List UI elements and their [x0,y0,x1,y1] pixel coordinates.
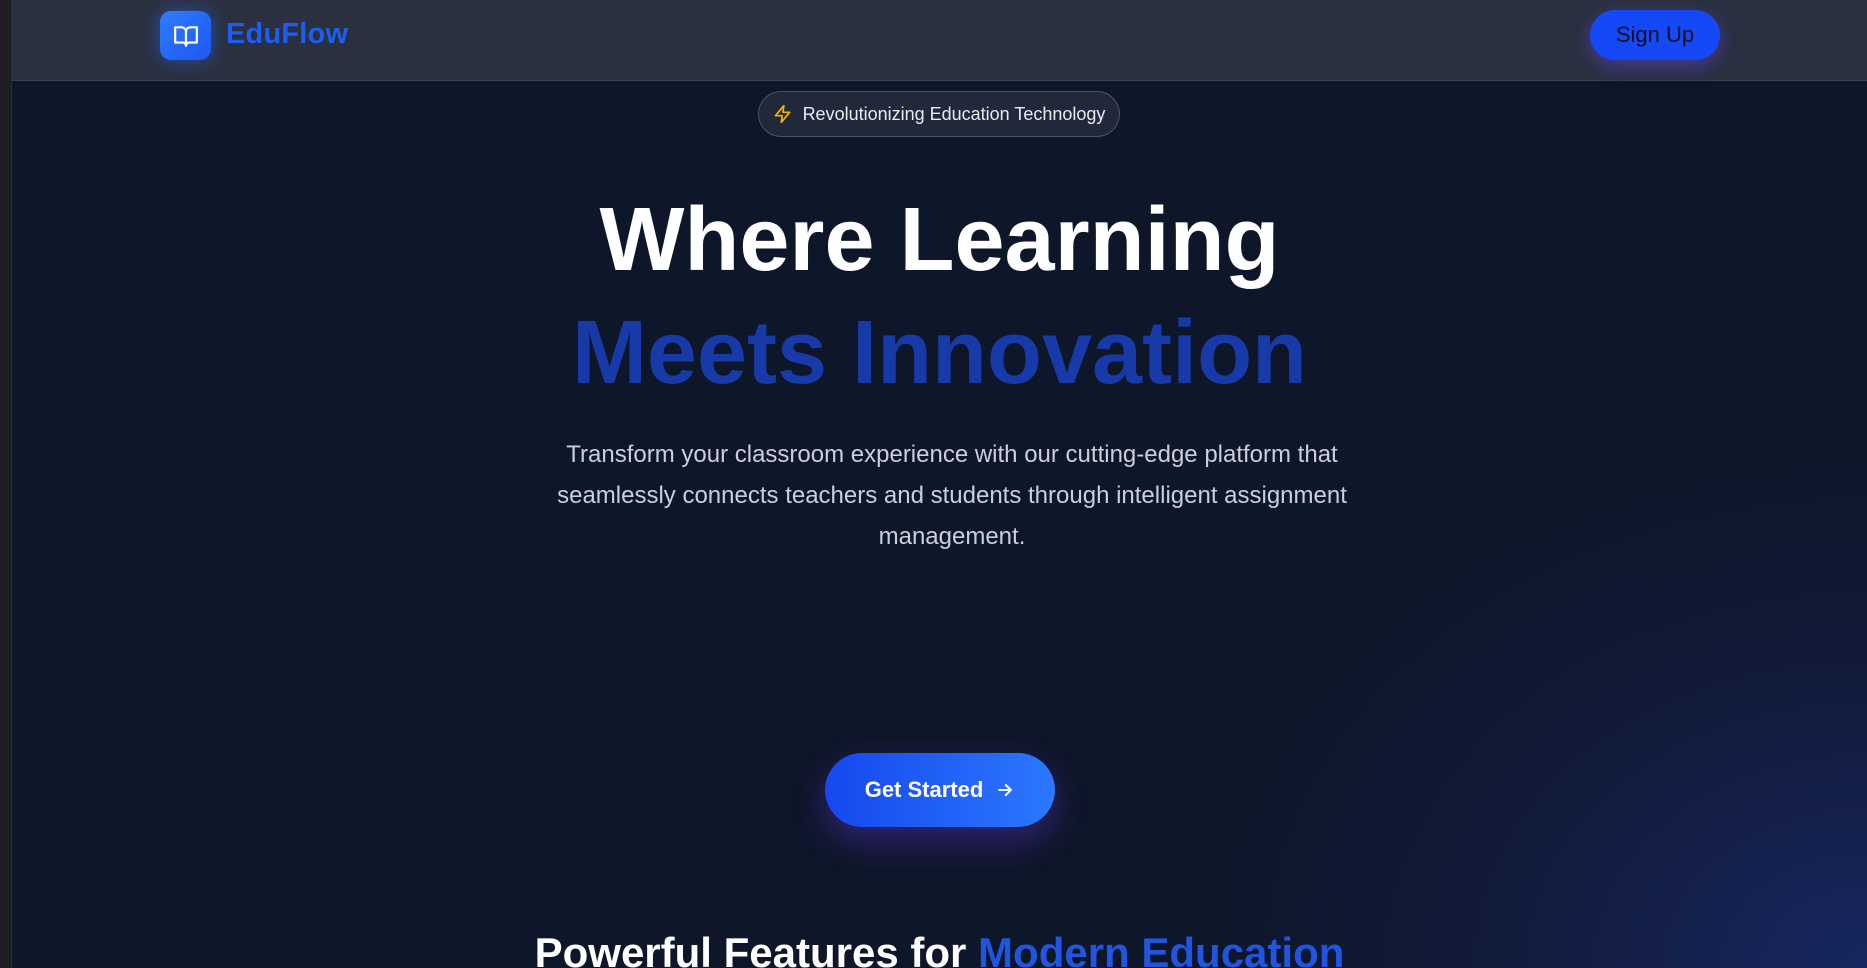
window-edge [0,0,12,968]
get-started-label: Get Started [864,777,984,802]
announcement-badge: Revolutionizing Education Technology [758,91,1120,137]
arrow-right-icon [998,784,1013,796]
badge-text: Revolutionizing Education Technology [802,103,1106,124]
get-started-button[interactable]: Get Started [825,753,1055,827]
features-heading-prefix: Powerful Features for [534,929,967,968]
top-navbar: EduFlow Sign Up [12,0,1867,81]
hero-subtitle: Transform your classroom experience with… [557,441,1347,550]
landing-page: EduFlow Sign Up Revolutionizing Educatio… [12,0,1867,968]
book-open-icon [173,25,198,47]
hero-title-line-1: Where Learning [599,190,1280,290]
lightning-icon [774,104,791,124]
hero-title-line-2: Meets Innovation [571,303,1308,403]
features-heading: Powerful Features for Modern Education [12,928,1867,968]
logo-badge[interactable] [160,11,211,60]
brand-name[interactable]: EduFlow [226,18,348,51]
features-heading-accent: Modern Education [978,929,1345,968]
sign-up-button[interactable]: Sign Up [1590,10,1720,60]
